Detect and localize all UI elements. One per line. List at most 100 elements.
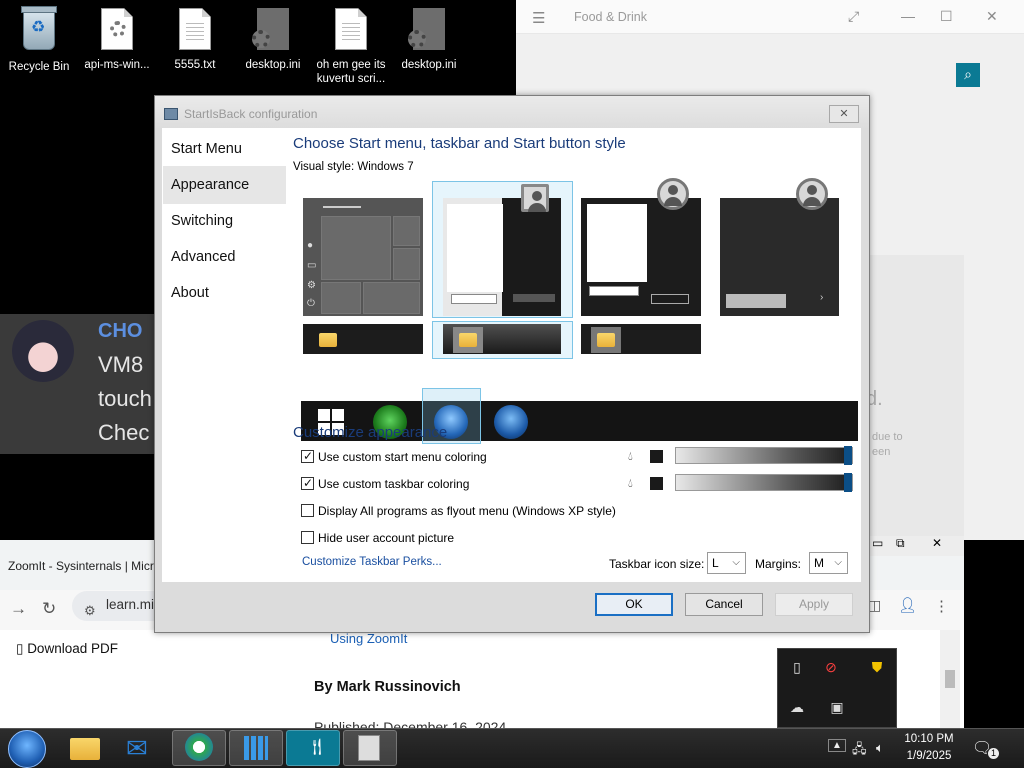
opacity-drop-icon[interactable]: 💧︎ [628,449,638,463]
style-option-windows8[interactable]: › [720,198,839,316]
notification-card[interactable]: CHO VM8 touch Chec [0,314,160,454]
maximize-button[interactable]: ☐ [940,8,953,25]
style-option-windows7-plain[interactable] [581,198,701,316]
minimize-button[interactable]: ▭ [872,536,883,550]
user-avatar-icon [657,178,689,210]
taskbar-food-drink[interactable]: 🍴︎ [286,730,340,766]
start-menu-color-swatch[interactable] [650,450,663,463]
dialog-body: Start Menu Appearance Switching Advanced… [162,128,861,582]
desktop-icon-5555-txt[interactable]: 5555.txt [156,8,234,72]
taskbar-browser[interactable] [172,730,226,766]
browser-tab-title[interactable]: ZoomIt - Sysinternals | Micr [8,559,154,573]
nav-start-menu[interactable]: Start Menu [163,130,286,168]
style-option-windows7[interactable] [432,181,573,318]
volume-icon[interactable]: 🔈︎ [876,740,884,756]
using-zoomit-link[interactable]: Using ZoomIt [330,631,407,646]
desktop-icon-oh-em-gee[interactable]: oh em gee its kuvertu scri... [312,8,390,86]
option-custom-start-menu-coloring[interactable]: Use custom start menu coloring [301,448,487,465]
text-file-icon [331,8,371,54]
notification-line: Chec [98,420,150,445]
zoomit-window-controls[interactable]: ▭ ⧉ ✕ [868,536,964,556]
visual-style-value: Windows 7 [357,161,414,173]
desktop-icon-recycle-bin[interactable]: Recycle Bin [0,6,78,74]
usb-drive-icon[interactable]: ▯ [786,659,808,679]
start-menu-opacity-slider[interactable] [675,446,853,465]
security-shield-icon[interactable]: ⛊ [866,659,888,679]
start-button[interactable] [8,730,46,768]
network-icon[interactable]: 🖧︎ [852,740,867,762]
user-avatar-icon [521,184,549,212]
show-hidden-icons-button[interactable]: ▲ [828,739,846,752]
restore-button[interactable]: ⧉ [896,536,905,551]
nav-advanced[interactable]: Advanced [163,238,286,276]
browser-scrollbar[interactable] [940,630,960,728]
avatar [12,320,74,382]
margins-label: Margins: [755,557,802,571]
close-button[interactable]: ✕ [986,8,998,25]
notification-line: VM8 [98,352,144,377]
nav-appearance[interactable]: Appearance [163,166,286,204]
slider-handle[interactable] [844,446,852,465]
taskbar-color-swatch[interactable] [650,477,663,490]
user-avatar-icon [796,178,828,210]
checkbox[interactable] [301,531,314,544]
checkbox[interactable] [301,504,314,517]
hamburger-menu-icon[interactable]: ☰ [532,9,545,27]
taskbar-app-blue[interactable] [229,730,283,766]
checkbox[interactable] [301,448,314,464]
desktop-icon-desktop-ini-2[interactable]: desktop.ini [390,8,468,72]
food-drink-titlebar[interactable]: ☰ Food & Drink ⤢ — ☐ ✕ [516,0,1024,34]
more-menu-icon[interactable]: ⋮ [934,597,949,615]
app-grid-icon [244,736,268,760]
taskbar-clock[interactable]: 10:10 PM 1/9/2025 [898,731,960,765]
search-icon[interactable]: ⌕ [956,63,980,87]
folder-icon [70,738,100,760]
reload-icon[interactable]: ↻ [42,599,56,619]
close-button[interactable]: ✕ [932,536,942,550]
nav-about[interactable]: About [163,274,286,312]
taskbar-icon-size-select[interactable]: L ⌵ [707,552,746,574]
apply-button[interactable]: Apply [775,593,853,616]
slider-handle[interactable] [844,473,852,492]
margins-select[interactable]: M ⌵ [809,552,848,574]
profile-icon[interactable]: 👤︎ [898,596,917,614]
startisback-dialog[interactable]: StartIsBack configuration ✕ Start Menu A… [154,95,870,633]
blocked-app-icon[interactable]: ⊘ [820,659,842,679]
taskbar-opacity-slider[interactable] [675,473,853,492]
desktop-icon-desktop-ini-1[interactable]: desktop.ini [234,8,312,72]
settings-file-icon [97,8,137,54]
forward-icon[interactable]: → [10,599,27,619]
ok-button[interactable]: OK [595,593,673,616]
cloud-offline-icon[interactable]: ☁ [786,699,808,719]
site-info-icon[interactable]: ⚙ [84,603,96,619]
style-option-windows10[interactable]: ● ▭ ⚙ ⏻ [303,198,423,316]
taskbar-preview-windows10[interactable] [303,324,423,354]
taskbar-file-explorer[interactable] [58,730,112,766]
download-pdf-link[interactable]: ▯ Download PDF [16,641,118,657]
dialog-titlebar[interactable]: StartIsBack configuration ✕ [155,96,869,130]
desktop-icon-api-ms-win[interactable]: api-ms-win... [78,8,156,72]
taskbar-mail[interactable]: ✉ [114,730,168,766]
address-bar-text[interactable]: learn.mi [106,597,154,612]
option-hide-user-picture[interactable]: Hide user account picture [301,530,454,546]
taskbar-preview-windows7[interactable] [432,321,573,359]
option-custom-taskbar-coloring[interactable]: Use custom taskbar coloring [301,475,469,492]
taskbar-preview-plain[interactable] [581,324,701,354]
recycle-bin-icon [19,6,59,56]
display-icon[interactable]: ▣ [826,699,848,719]
fork-knife-icon: 🍴︎ [307,739,328,756]
browser-icon [185,733,213,761]
option-flyout-all-programs[interactable]: Display All programs as flyout menu (Win… [301,503,616,519]
nav-switching[interactable]: Switching [163,202,286,240]
customize-taskbar-perks-link[interactable]: Customize Taskbar Perks... [302,556,442,568]
checkbox[interactable] [301,475,314,491]
minimize-button[interactable]: — [901,8,915,24]
taskbar-startisback[interactable] [343,730,397,766]
article-author: By Mark Russinovich [314,679,461,695]
close-button[interactable]: ✕ [829,105,859,123]
folder-icon: ▭ [307,260,317,271]
cancel-button[interactable]: Cancel [685,593,763,616]
opacity-drop-icon[interactable]: 💧︎ [628,476,638,490]
vista-orb-option[interactable] [494,405,528,439]
expand-icon[interactable]: ⤢ [848,8,859,25]
